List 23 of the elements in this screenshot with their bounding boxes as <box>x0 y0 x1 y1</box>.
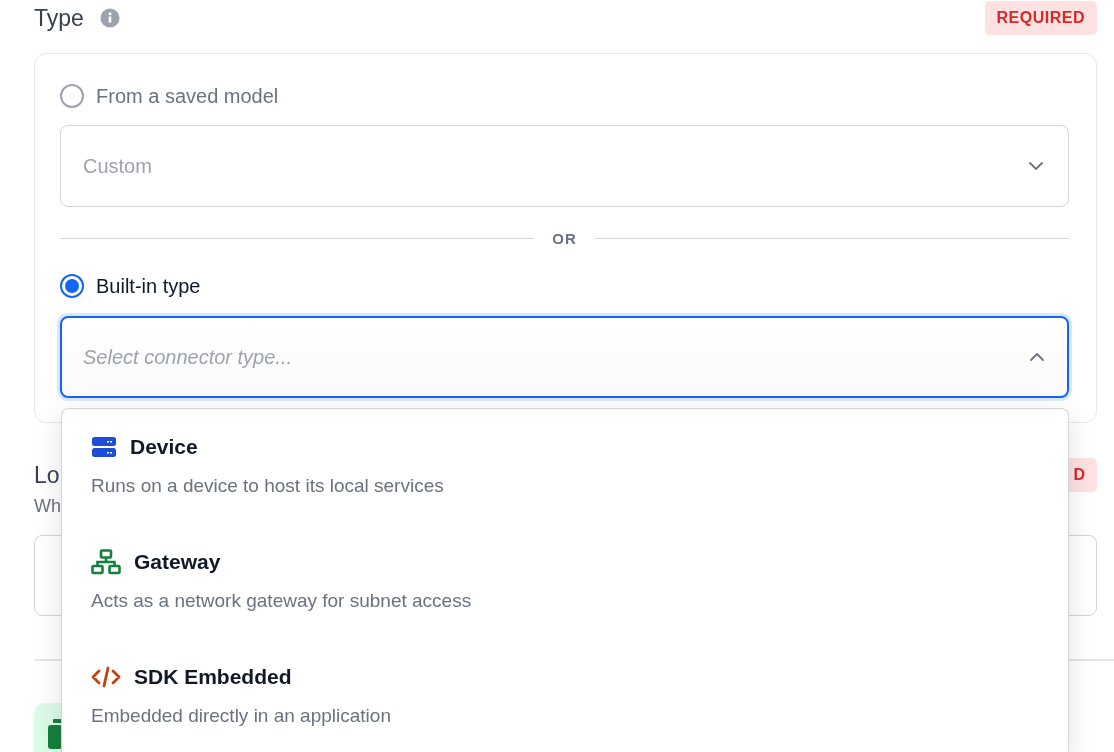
info-icon <box>99 8 120 28</box>
or-separator: OR <box>552 229 577 247</box>
code-icon <box>91 666 121 688</box>
radio-label[interactable]: From a saved model <box>96 84 279 108</box>
chevron-up-icon <box>1029 352 1045 362</box>
option-description: Runs on a device to host its local services <box>91 475 445 497</box>
section-subtitle: Wh <box>34 496 62 518</box>
option-description: Acts as a network gateway for subnet access <box>91 590 473 612</box>
option-title[interactable]: Gateway <box>134 550 221 574</box>
radio-button[interactable] <box>60 274 84 298</box>
option-title[interactable]: SDK Embedded <box>134 665 292 689</box>
chevron-down-icon <box>1028 161 1044 171</box>
server-icon <box>91 436 117 458</box>
select-placeholder: Select connector type... <box>83 345 292 369</box>
radio-button[interactable] <box>60 84 84 108</box>
section-title: Lo <box>34 461 60 489</box>
required-badge: REQUIRED <box>984 1 1097 35</box>
section-title: Type <box>34 4 84 32</box>
radio-label[interactable]: Built-in type <box>96 274 201 298</box>
option-title[interactable]: Device <box>130 435 198 459</box>
select-value: Custom <box>83 154 152 178</box>
network-icon <box>91 549 121 575</box>
option-description: Embedded directly in an application <box>91 705 392 727</box>
